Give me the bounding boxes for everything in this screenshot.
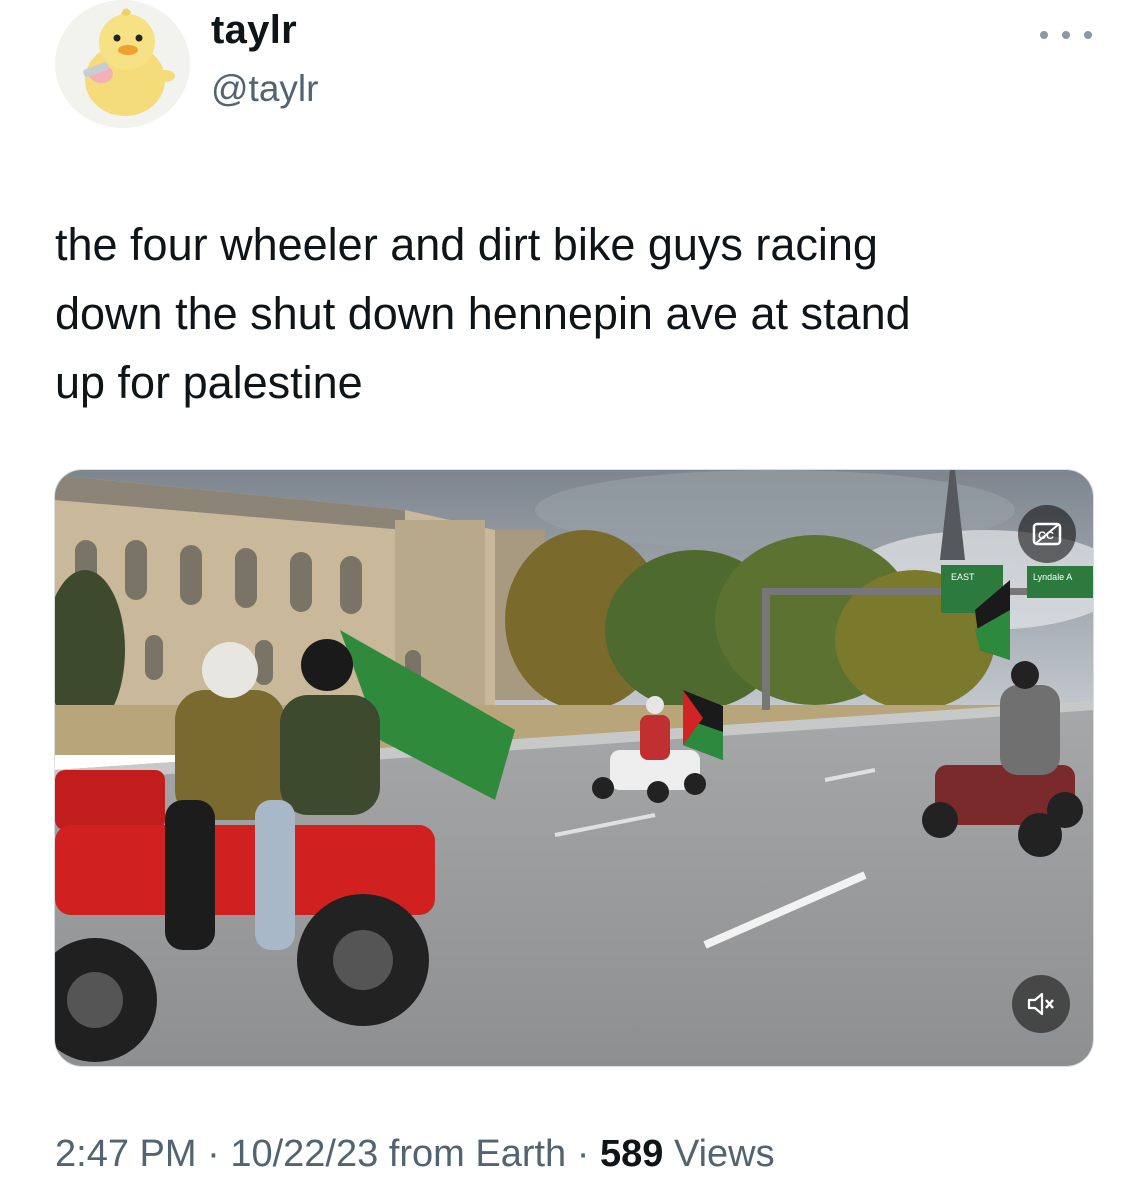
views-count[interactable]: 589 <box>600 1133 663 1175</box>
duck-avatar-icon <box>83 8 175 116</box>
unmute-button[interactable] <box>1012 975 1070 1033</box>
muted-speaker-icon <box>1027 992 1054 1016</box>
more-dot <box>1062 31 1070 39</box>
video-frame: EAST Lyndale A <box>55 470 1093 1066</box>
tweet-text: the four wheeler and dirt bike guys raci… <box>55 219 911 408</box>
road-sign-left: EAST <box>951 572 975 582</box>
tweet-time[interactable]: 2:47 PM <box>55 1133 197 1175</box>
closed-captions-icon: CC <box>1032 522 1062 546</box>
more-options-icon[interactable] <box>1040 20 1092 50</box>
more-dot <box>1040 31 1048 39</box>
closed-captions-button[interactable]: CC <box>1018 505 1076 563</box>
tweet-source: from Earth <box>388 1133 567 1175</box>
avatar[interactable] <box>55 0 190 128</box>
tweet-video[interactable]: EAST Lyndale A <box>54 469 1094 1067</box>
road-sign-right: Lyndale A <box>1033 572 1072 582</box>
separator: · <box>576 1133 590 1175</box>
user-handle[interactable]: @taylr <box>211 68 318 110</box>
views-label[interactable]: Views <box>674 1133 775 1175</box>
display-name[interactable]: taylr <box>211 8 297 53</box>
separator: · <box>207 1133 220 1175</box>
more-dot <box>1084 31 1092 39</box>
tweet-date[interactable]: 10/22/23 <box>230 1133 378 1175</box>
tweet-metadata: 2:47 PM · 10/22/23 from Earth · 589 View… <box>55 1133 775 1176</box>
